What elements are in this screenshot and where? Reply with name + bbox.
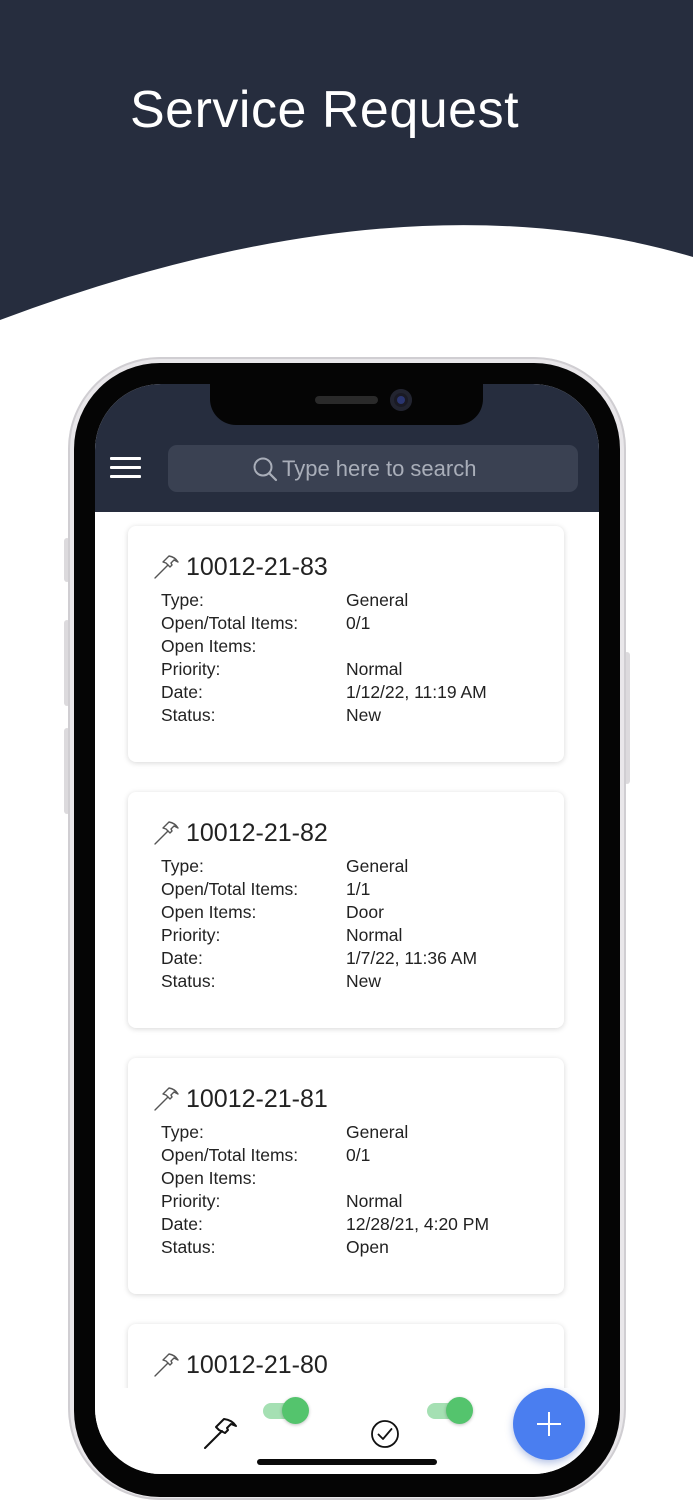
speaker-grille (315, 396, 378, 404)
hammer-filter-toggle[interactable] (262, 1395, 310, 1425)
banner-background (0, 0, 693, 320)
field-label-open-items: Open Items: (161, 902, 257, 922)
hamburger-menu-icon[interactable] (109, 454, 143, 482)
plus-icon (548, 1412, 550, 1436)
search-bar[interactable] (168, 445, 578, 492)
hammer-icon (154, 821, 179, 845)
field-value-open-total-items: 1/1 (346, 879, 371, 899)
field-value-open-items: Door (346, 902, 384, 922)
field-value-priority: Normal (346, 925, 403, 945)
banner-title: Service Request (130, 81, 520, 139)
field-value-priority: Normal (346, 1191, 403, 1211)
hammer-icon (154, 555, 179, 579)
add-request-button[interactable] (513, 1388, 585, 1460)
field-value-priority: Normal (346, 659, 403, 679)
search-icon (253, 457, 278, 482)
field-label-status: Status: (161, 971, 216, 991)
hammer-icon (154, 1087, 179, 1111)
completed-filter-toggle[interactable] (426, 1395, 474, 1425)
search-input[interactable] (282, 451, 562, 487)
request-card[interactable]: 10012-21-82 Type: General Open/Total Ite… (128, 792, 564, 1028)
toggle-knob (446, 1397, 473, 1424)
field-label-open-items: Open Items: (161, 636, 257, 656)
field-value-open-total-items: 0/1 (346, 613, 371, 633)
request-id: 10012-21-81 (186, 1085, 328, 1113)
toggle-knob (282, 1397, 309, 1424)
field-value-status: New (346, 705, 382, 725)
phone-notch (210, 384, 483, 425)
front-camera (390, 389, 412, 411)
field-value-status: Open (346, 1237, 389, 1257)
field-label-open-total-items: Open/Total Items: (161, 879, 299, 899)
field-label-status: Status: (161, 705, 216, 725)
field-value-type: General (346, 590, 409, 610)
home-indicator (257, 1459, 437, 1465)
bottom-toolbar (95, 1388, 599, 1474)
field-value-date: 12/28/21, 4:20 PM (346, 1214, 490, 1234)
hammer-icon[interactable] (202, 1415, 238, 1451)
field-label-priority: Priority: (161, 659, 221, 679)
field-label-date: Date: (161, 682, 203, 702)
request-card[interactable]: 10012-21-80 (128, 1324, 564, 1388)
request-id: 10012-21-80 (186, 1351, 328, 1379)
field-value-status: New (346, 971, 382, 991)
request-id: 10012-21-83 (186, 553, 328, 581)
field-value-date: 1/7/22, 11:36 AM (346, 948, 478, 968)
field-value-type: General (346, 856, 409, 876)
field-label-date: Date: (161, 948, 203, 968)
field-label-type: Type: (161, 856, 204, 876)
phone-screen: 10012-21-83 Type: General Open/Total Ite… (95, 384, 599, 1474)
field-value-date: 1/12/22, 11:19 AM (346, 682, 487, 702)
field-label-status: Status: (161, 1237, 216, 1257)
field-value-type: General (346, 1122, 409, 1142)
field-label-type: Type: (161, 590, 204, 610)
field-label-open-total-items: Open/Total Items: (161, 613, 299, 633)
request-id: 10012-21-82 (186, 819, 328, 847)
field-label-priority: Priority: (161, 1191, 221, 1211)
field-label-open-total-items: Open/Total Items: (161, 1145, 299, 1165)
field-label-open-items: Open Items: (161, 1168, 257, 1188)
request-card[interactable]: 10012-21-83 Type: General Open/Total Ite… (128, 526, 564, 762)
field-label-date: Date: (161, 1214, 203, 1234)
request-list[interactable]: 10012-21-83 Type: General Open/Total Ite… (95, 512, 599, 1388)
field-value-open-total-items: 0/1 (346, 1145, 371, 1165)
hammer-icon (154, 1353, 179, 1377)
request-card[interactable]: 10012-21-81 Type: General Open/Total Ite… (128, 1058, 564, 1294)
field-label-type: Type: (161, 1122, 204, 1142)
check-circle-icon[interactable] (370, 1419, 400, 1449)
field-label-priority: Priority: (161, 925, 221, 945)
